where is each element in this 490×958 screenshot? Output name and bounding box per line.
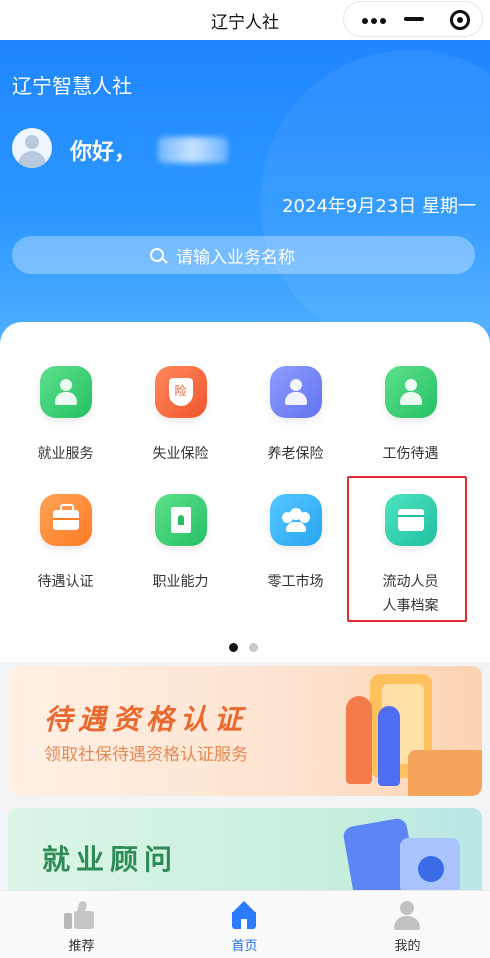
tab-label: 推荐: [68, 939, 95, 954]
user-icon: [392, 901, 422, 931]
tab-label: 首页: [231, 939, 258, 954]
home-icon: [229, 901, 259, 929]
thumbs-up-icon: [64, 900, 94, 929]
insurance-shield-icon: 险: [154, 366, 207, 418]
service-label: 工伤待遇: [382, 446, 439, 462]
service-work-injury[interactable]: 工伤待遇: [353, 366, 468, 466]
elderly-icon: [269, 366, 322, 418]
pager-dot[interactable]: [249, 643, 258, 652]
tab-mine[interactable]: 我的: [326, 891, 489, 958]
blurred-username: [158, 137, 228, 163]
group-icon: [269, 494, 322, 546]
person-illustration: [378, 706, 400, 786]
banner-title: 就业顾问: [42, 843, 179, 876]
search-placeholder: 请输入业务名称: [176, 248, 295, 268]
close-icon[interactable]: [450, 10, 470, 30]
search-icon: [150, 248, 164, 262]
tab-home[interactable]: 首页: [163, 891, 326, 958]
tab-recommend[interactable]: 推荐: [0, 891, 163, 958]
service-pension[interactable]: 养老保险: [238, 366, 353, 466]
banner-title: 待遇资格认证: [44, 703, 249, 736]
service-employment[interactable]: 就业服务: [8, 366, 123, 466]
minimize-icon[interactable]: [404, 17, 424, 21]
service-label: 零工市场: [267, 574, 324, 590]
person-illustration: [346, 696, 372, 784]
header: 辽宁智慧人社 你好， 2024年9月23日 星期一 请输入业务名称: [0, 40, 490, 360]
service-gig-market[interactable]: 零工市场: [238, 494, 353, 594]
service-label: 职业能力: [152, 574, 209, 590]
pager-dot-active[interactable]: [229, 643, 238, 652]
tab-bar: 推荐 首页 我的: [0, 890, 490, 958]
service-vocational-ability[interactable]: 职业能力: [123, 494, 238, 594]
worker-icon: [384, 366, 437, 418]
service-label: 养老保险: [267, 446, 324, 462]
greeting: 你好，: [70, 140, 137, 165]
search-input[interactable]: 请输入业务名称: [12, 236, 475, 274]
service-label: 失业保险: [152, 446, 209, 462]
employment-icon: [39, 366, 92, 418]
tab-label: 我的: [394, 939, 421, 954]
miniprogram-capsule: [343, 1, 483, 37]
service-benefit-certification[interactable]: 待遇认证: [8, 494, 123, 594]
briefcase-icon: [39, 494, 92, 546]
service-label: 待遇认证: [37, 574, 94, 590]
highlight-box: [347, 476, 467, 622]
service-label: 就业服务: [37, 446, 94, 462]
banner-subtitle: 领取社保待遇资格认证服务: [44, 745, 248, 765]
navbar: 辽宁人社: [0, 0, 490, 40]
code-icon: [418, 856, 444, 882]
banner-benefit-certification[interactable]: 待遇资格认证 领取社保待遇资格认证服务: [8, 666, 482, 796]
more-icon[interactable]: [362, 18, 386, 24]
certificate-icon: [154, 494, 207, 546]
service-unemployment-insurance[interactable]: 险 失业保险: [123, 366, 238, 466]
date-label: 2024年9月23日 星期一: [282, 196, 476, 217]
avatar[interactable]: [12, 128, 52, 168]
app-name: 辽宁智慧人社: [12, 74, 132, 98]
